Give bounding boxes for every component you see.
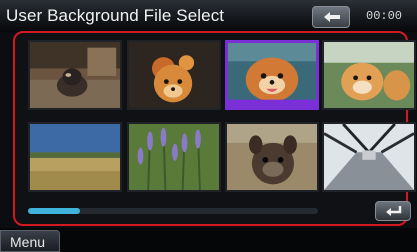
return-arrow-icon xyxy=(386,206,402,216)
thumbnail-4[interactable] xyxy=(322,40,416,110)
scrollbar[interactable] xyxy=(28,208,318,214)
back-button[interactable] xyxy=(312,6,350,28)
menu-button[interactable]: Menu xyxy=(0,230,60,252)
thumbnail-2[interactable] xyxy=(127,40,221,110)
clock: 00:00 xyxy=(366,9,403,23)
back-arrow-icon xyxy=(324,12,340,22)
thumbnail-5[interactable] xyxy=(28,122,122,192)
menu-label: Menu xyxy=(10,234,46,250)
bottom-bar xyxy=(0,228,417,252)
page-title: User Background File Select xyxy=(6,6,225,25)
thumbnail-8[interactable] xyxy=(322,122,416,192)
thumbnail-7[interactable] xyxy=(225,122,319,192)
return-button[interactable] xyxy=(375,201,411,221)
scrollbar-thumb[interactable] xyxy=(28,208,81,214)
title-bar: User Background File Select 00:00 xyxy=(0,0,417,32)
thumbnail-1[interactable] xyxy=(28,40,122,110)
thumbnail-3[interactable] xyxy=(225,40,319,110)
thumbnail-6[interactable] xyxy=(127,122,221,192)
